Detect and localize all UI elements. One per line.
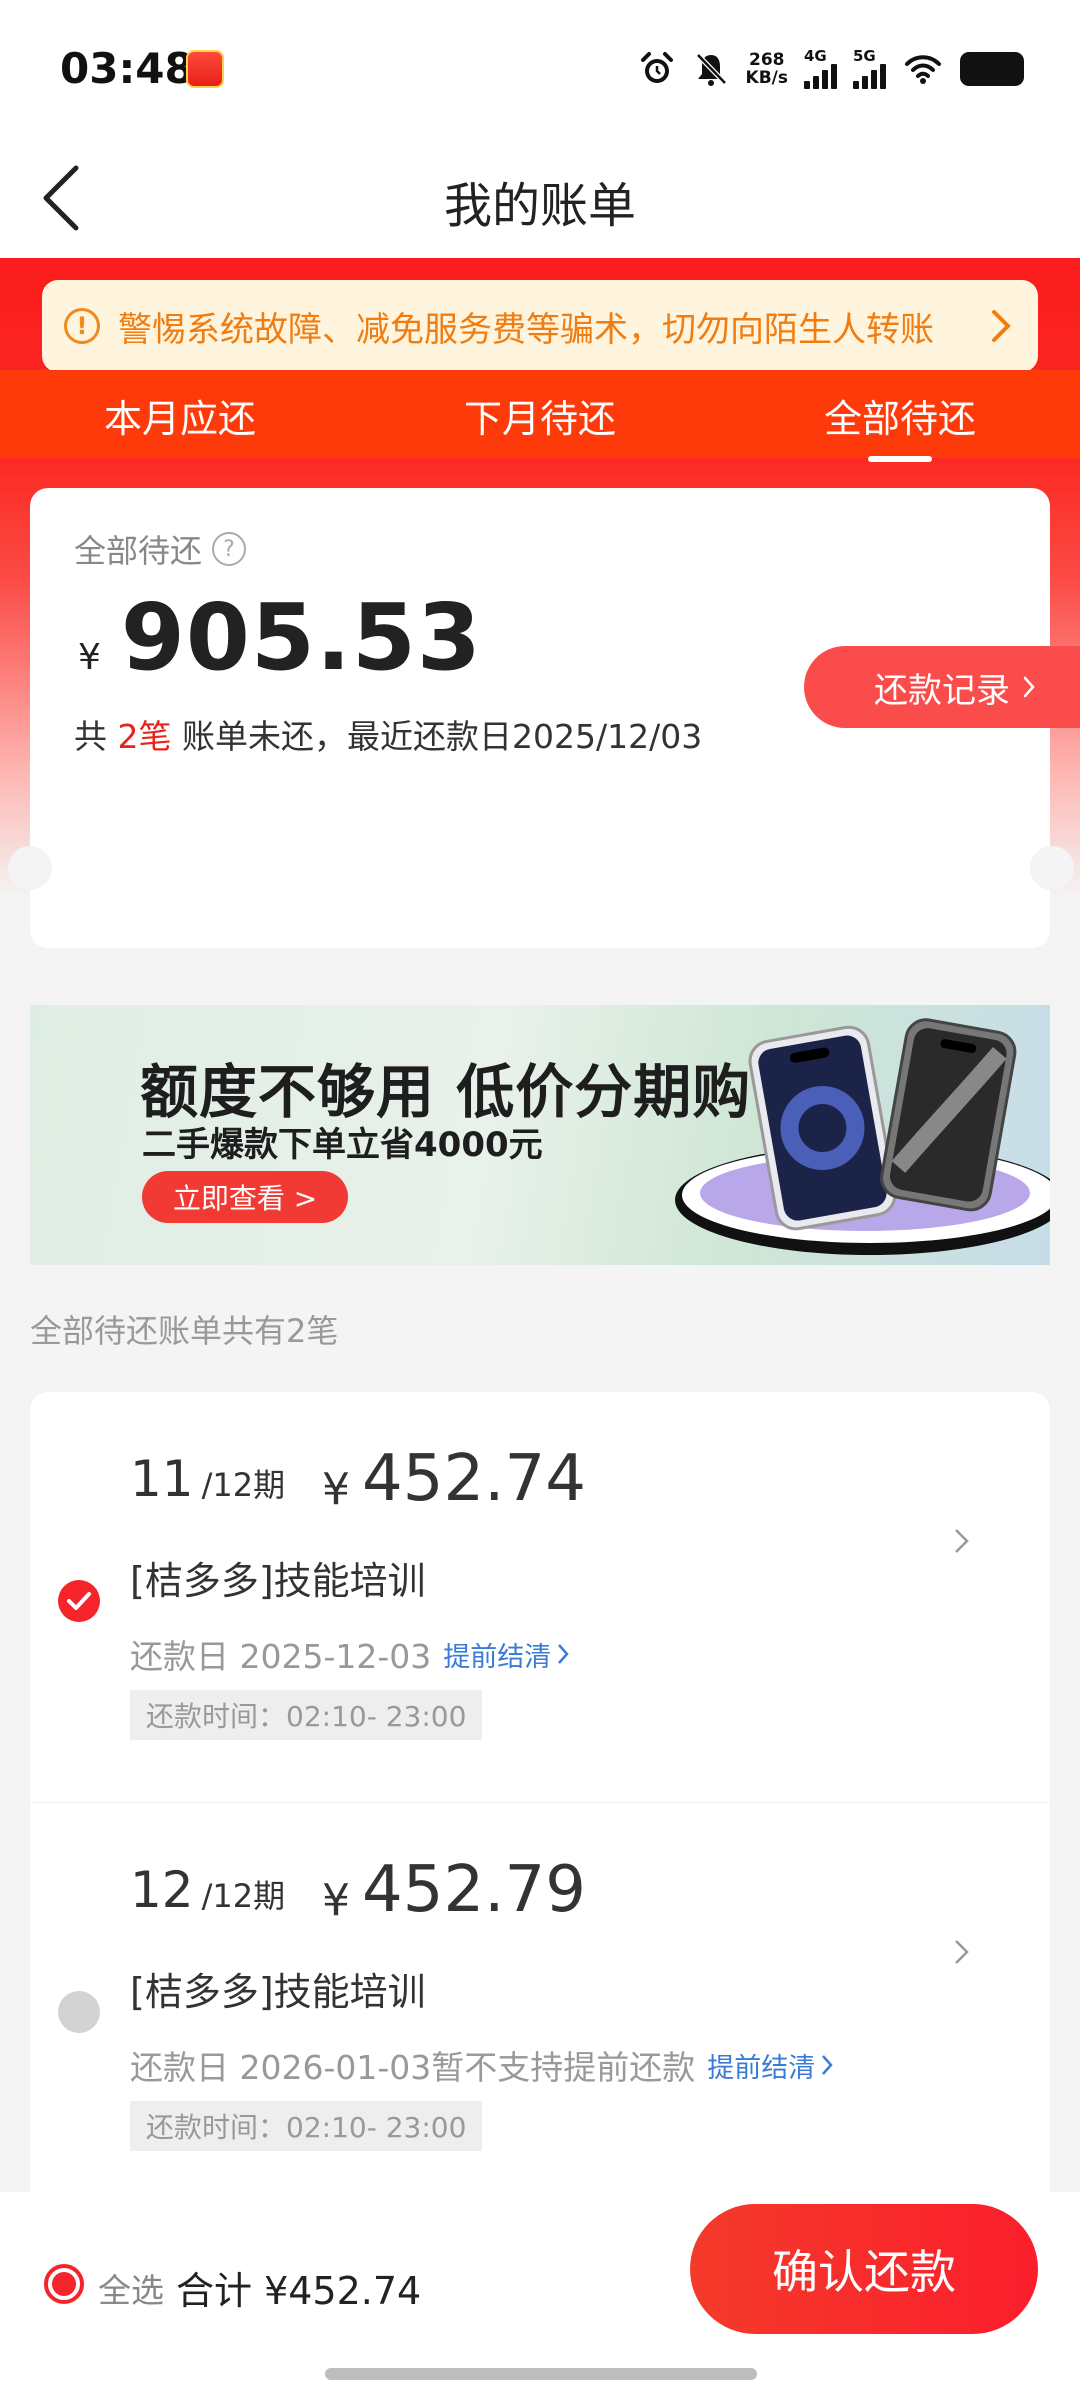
tab-next-month[interactable]: 下月待还 bbox=[390, 388, 690, 443]
bills-prefix: 共 bbox=[74, 717, 118, 756]
banner-cta-button[interactable]: 立即查看 > bbox=[142, 1171, 348, 1223]
bill-period: 12 /12期 bbox=[130, 1861, 285, 1919]
early-settle-link[interactable]: 提前结清 bbox=[443, 1635, 569, 1674]
bill-list: 11 /12期 ¥ 452.74 [桔多多]技能培训 还款日 2025-12-0… bbox=[30, 1392, 1050, 2192]
home-indicator[interactable] bbox=[325, 2368, 757, 2380]
active-tab-indicator bbox=[868, 456, 932, 462]
repay-time-tag: 还款时间：02:10- 23:00 bbox=[130, 1690, 483, 1740]
due-date: 还款日 2025-12-03 bbox=[130, 1637, 432, 1676]
period-number: 12 bbox=[130, 1861, 194, 1919]
early-settle-link[interactable]: 提前结清 bbox=[707, 2046, 833, 2085]
summary-label: 全部待还 ? bbox=[74, 526, 247, 572]
banner-subline: 二手爆款下单立省4000元 bbox=[142, 1125, 543, 1165]
bill-currency: ¥ bbox=[322, 1464, 350, 1515]
chevron-right-icon bbox=[558, 1644, 569, 1664]
bill-row[interactable]: 11 /12期 ¥ 452.74 [桔多多]技能培训 还款日 2025-12-0… bbox=[30, 1392, 1050, 1802]
status-icons: 268 KB/s 4G 5G bbox=[638, 44, 1024, 94]
confirm-repay-button[interactable]: 确认还款 bbox=[690, 2204, 1038, 2334]
total-amount-value: 905.53 bbox=[120, 584, 482, 691]
chevron-right-icon bbox=[1023, 676, 1035, 698]
bill-period: 11 /12期 bbox=[130, 1450, 285, 1508]
fraud-warning-banner[interactable]: ! 警惕系统故障、减免服务费等骗术，切勿向陌生人转账 bbox=[42, 280, 1038, 372]
chevron-right-icon bbox=[992, 310, 1011, 342]
repayment-record-button[interactable]: 还款记录 bbox=[804, 646, 1080, 728]
due-date: 还款日 2026-01-03 bbox=[130, 2048, 432, 2087]
tab-all-pending[interactable]: 全部待还 bbox=[750, 388, 1050, 443]
bill-select-checkbox[interactable] bbox=[58, 1580, 100, 1622]
card-notch-left bbox=[8, 846, 52, 890]
bill-name: [桔多多]技能培训 bbox=[130, 1559, 426, 1603]
alarm-icon bbox=[640, 52, 673, 83]
early-repay-unsupported-note: 暂不支持提前还款 bbox=[431, 2048, 696, 2087]
bill-amount: 452.74 bbox=[362, 1442, 586, 1516]
due-date-line: 还款日 2026-01-03 暂不支持提前还款 提前结清 bbox=[130, 2041, 833, 2089]
bills-count: 2笔 bbox=[117, 717, 172, 756]
wifi-icon bbox=[905, 55, 941, 84]
select-all-radio[interactable] bbox=[44, 2264, 84, 2304]
nav-bar: 我的账单 bbox=[0, 140, 1080, 258]
bill-amount: 452.79 bbox=[362, 1853, 586, 1927]
tab-this-month[interactable]: 本月应还 bbox=[30, 388, 330, 443]
chevron-right-icon[interactable] bbox=[952, 1937, 972, 1967]
help-icon[interactable]: ? bbox=[212, 532, 247, 566]
status-time: 03:48 bbox=[60, 44, 194, 93]
due-date-line: 还款日 2025-12-03 提前结清 bbox=[130, 1630, 569, 1678]
repay-time-tag: 还款时间：02:10- 23:00 bbox=[130, 2101, 483, 2151]
card-notch-right bbox=[1030, 846, 1074, 890]
signal-5g-label: 5G bbox=[853, 47, 876, 65]
chevron-right-icon bbox=[822, 2055, 833, 2075]
mute-bell-icon bbox=[695, 53, 727, 86]
summary-label-text: 全部待还 bbox=[74, 532, 203, 570]
bill-tabs: 本月应还 下月待还 全部待还 bbox=[0, 370, 1080, 458]
signal-5g-icon: 5G bbox=[853, 49, 886, 89]
bill-row[interactable]: 12 /12期 ¥ 452.79 [桔多多]技能培训 还款日 2026-01-0… bbox=[30, 1802, 1050, 2212]
phone-illustration-icon bbox=[675, 1018, 1050, 1255]
check-icon bbox=[67, 1592, 91, 1610]
app-notification-icon bbox=[186, 50, 224, 88]
currency-symbol: ¥ bbox=[78, 637, 101, 678]
promo-banner[interactable]: 额度不够用 低价分期购 二手爆款下单立省4000元 立即查看 > bbox=[30, 1005, 1050, 1265]
warning-icon: ! bbox=[64, 308, 100, 344]
status-bar: 03:48 268 KB/s 4G 5G bbox=[0, 0, 1080, 140]
bill-name: [桔多多]技能培训 bbox=[130, 1970, 426, 2014]
select-all-label[interactable]: 全选 bbox=[98, 2264, 164, 2312]
page-title: 我的账单 bbox=[443, 178, 636, 234]
total-amount: ¥ 905.53 bbox=[78, 584, 482, 691]
bill-select-checkbox[interactable] bbox=[58, 1991, 100, 2033]
bills-summary-text: 共 2笔 账单未还，最近还款日2025/12/03 bbox=[74, 710, 702, 758]
bill-currency: ¥ bbox=[322, 1875, 350, 1926]
total-label: 合计 ¥452.74 bbox=[176, 2269, 422, 2313]
bills-suffix: 账单未还，最近还款日2025/12/03 bbox=[171, 717, 703, 756]
fraud-warning-text: 警惕系统故障、减免服务费等骗术，切勿向陌生人转账 bbox=[118, 309, 934, 350]
chevron-right-icon[interactable] bbox=[952, 1526, 972, 1556]
battery-icon bbox=[960, 52, 1024, 86]
network-speed-value: 268 bbox=[749, 50, 785, 70]
early-settle-label: 提前结清 bbox=[707, 2052, 816, 2084]
network-speed: 268 KB/s bbox=[746, 51, 788, 87]
signal-4g-label: 4G bbox=[804, 47, 827, 65]
list-header: 全部待还账单共有2笔 bbox=[30, 1312, 339, 1350]
period-number: 11 bbox=[130, 1450, 194, 1508]
period-total: /12期 bbox=[201, 1877, 286, 1915]
period-total: /12期 bbox=[201, 1466, 286, 1504]
network-speed-unit: KB/s bbox=[745, 68, 788, 88]
repayment-record-label: 还款记录 bbox=[874, 670, 1010, 711]
signal-4g-icon: 4G bbox=[804, 49, 837, 89]
early-settle-label: 提前结清 bbox=[443, 1641, 552, 1673]
